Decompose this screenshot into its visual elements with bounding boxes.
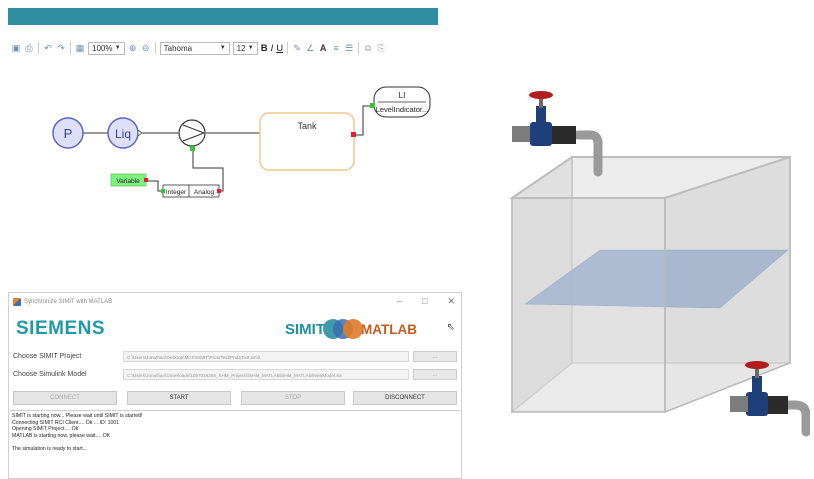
sync-window-title: Synchronize SIMIT with MATLAB [24,299,113,305]
start-button[interactable]: START [127,391,231,405]
liquid-node-label: Liq [115,127,131,141]
chevron-down-icon: ▼ [114,44,121,51]
grid-icon[interactable]: ▦ [75,42,85,54]
project-path-field[interactable]: C:\Users\Jonathan\Desktop\MCS\SIMIT\Prot… [123,351,409,362]
disconnect-button[interactable]: DISCONNECT [353,391,457,405]
underline-button[interactable]: U [276,43,283,54]
connect-button[interactable]: CONNECT [13,391,117,405]
project-label: Choose SIMIT Project [13,353,82,360]
connector-line [354,105,374,136]
editor-toolbar: ▣ ⎙ ↶ ↷ ▦ 100% ▼ ⊕ ⊖ Tahoma ▼ 12 ▼ B I U … [8,39,438,57]
siemens-logo: SIEMENS [16,318,106,339]
connector-line [192,148,224,192]
print-icon[interactable]: ⎙ [24,42,34,54]
sync-window: Synchronize SIMIT with MATLAB – □ ✕ SIEM… [8,292,462,479]
tank-block-label: Tank [297,121,317,131]
chevron-down-icon: ▼ [247,44,254,51]
simit-logo-text: SIMIT [285,320,325,338]
variable-block-label: Variable [116,178,140,185]
editor-titlebar [8,8,438,25]
browse-project-button[interactable]: ... [413,351,457,362]
zoom-value: 100% [92,43,113,53]
port-icon [370,103,375,108]
undo-icon[interactable]: ↶ [43,42,53,54]
font-value: Tahoma [163,43,193,53]
italic-button[interactable]: I [271,43,274,54]
fill-color-icon[interactable]: ✎ [292,42,302,54]
model-path-field[interactable]: C:\Users\Jonathan\Downloads\1057016256_S… [123,369,409,380]
minimize-icon[interactable]: – [397,296,402,307]
log-output[interactable]: SIMIT is starting now... Please wait unt… [10,410,460,478]
zoom-select[interactable]: 100% ▼ [88,41,125,55]
paste-icon[interactable]: ⎘ [376,42,386,54]
pressure-node-label: P [64,126,73,141]
port-icon [161,189,165,193]
font-size-select[interactable]: 12 ▼ [232,41,258,55]
port-icon [190,146,195,151]
chevron-down-icon: ▼ [219,44,226,51]
tank-front-face [511,197,666,413]
close-icon[interactable]: ✕ [447,296,455,307]
mouse-cursor-icon: ⇖ [446,322,455,333]
bold-button[interactable]: B [261,43,268,54]
diagram-canvas: P Liq Tank LI LevelIndicator... Variable… [52,86,431,198]
port-icon [351,132,356,137]
log-line: The simulation is ready to start... [12,445,87,452]
font-color-icon[interactable]: A [318,42,328,54]
connector-line [146,180,163,192]
align-icon[interactable]: ≡ [331,42,341,54]
port-icon [217,189,221,193]
line-style-icon[interactable]: ☰ [344,42,354,54]
copy-icon[interactable]: ⧉ [363,42,373,54]
pump-icon[interactable] [178,119,206,147]
zoom-out-icon[interactable]: ⊖ [141,42,151,54]
zoom-in-icon[interactable]: ⊕ [128,42,138,54]
simit-editor: ▣ ⎙ ↶ ↷ ▦ 100% ▼ ⊕ ⊖ Tahoma ▼ 12 ▼ B I U … [8,8,438,248]
port-icon [144,178,148,182]
port-arrow-icon [137,129,143,137]
model-label: Choose Simulink Model [13,371,87,378]
matlab-logo-text: MATLAB [361,321,417,337]
simit-matlab-logo: SIMIT MATLAB [285,319,417,339]
analog-label: Analog [194,189,215,196]
li-tag-label: LI [399,91,406,100]
stop-button[interactable]: STOP [241,391,345,405]
li-name-label: LevelIndicator... [376,105,429,114]
maximize-icon[interactable]: □ [422,296,427,307]
font-select[interactable]: Tahoma ▼ [159,41,230,55]
integer-label: Integer [166,189,187,196]
app-icon [13,298,21,306]
line-color-icon[interactable]: ∠ [305,42,315,54]
sync-window-titlebar: Synchronize SIMIT with MATLAB – □ ✕ [9,293,461,311]
tank-right-face [664,155,791,414]
tank-3d-illustration [508,91,810,437]
redo-icon[interactable]: ↷ [56,42,66,54]
save-icon[interactable]: ▣ [11,42,21,54]
font-size-value: 12 [236,43,246,53]
browse-model-button[interactable]: ... [413,369,457,380]
